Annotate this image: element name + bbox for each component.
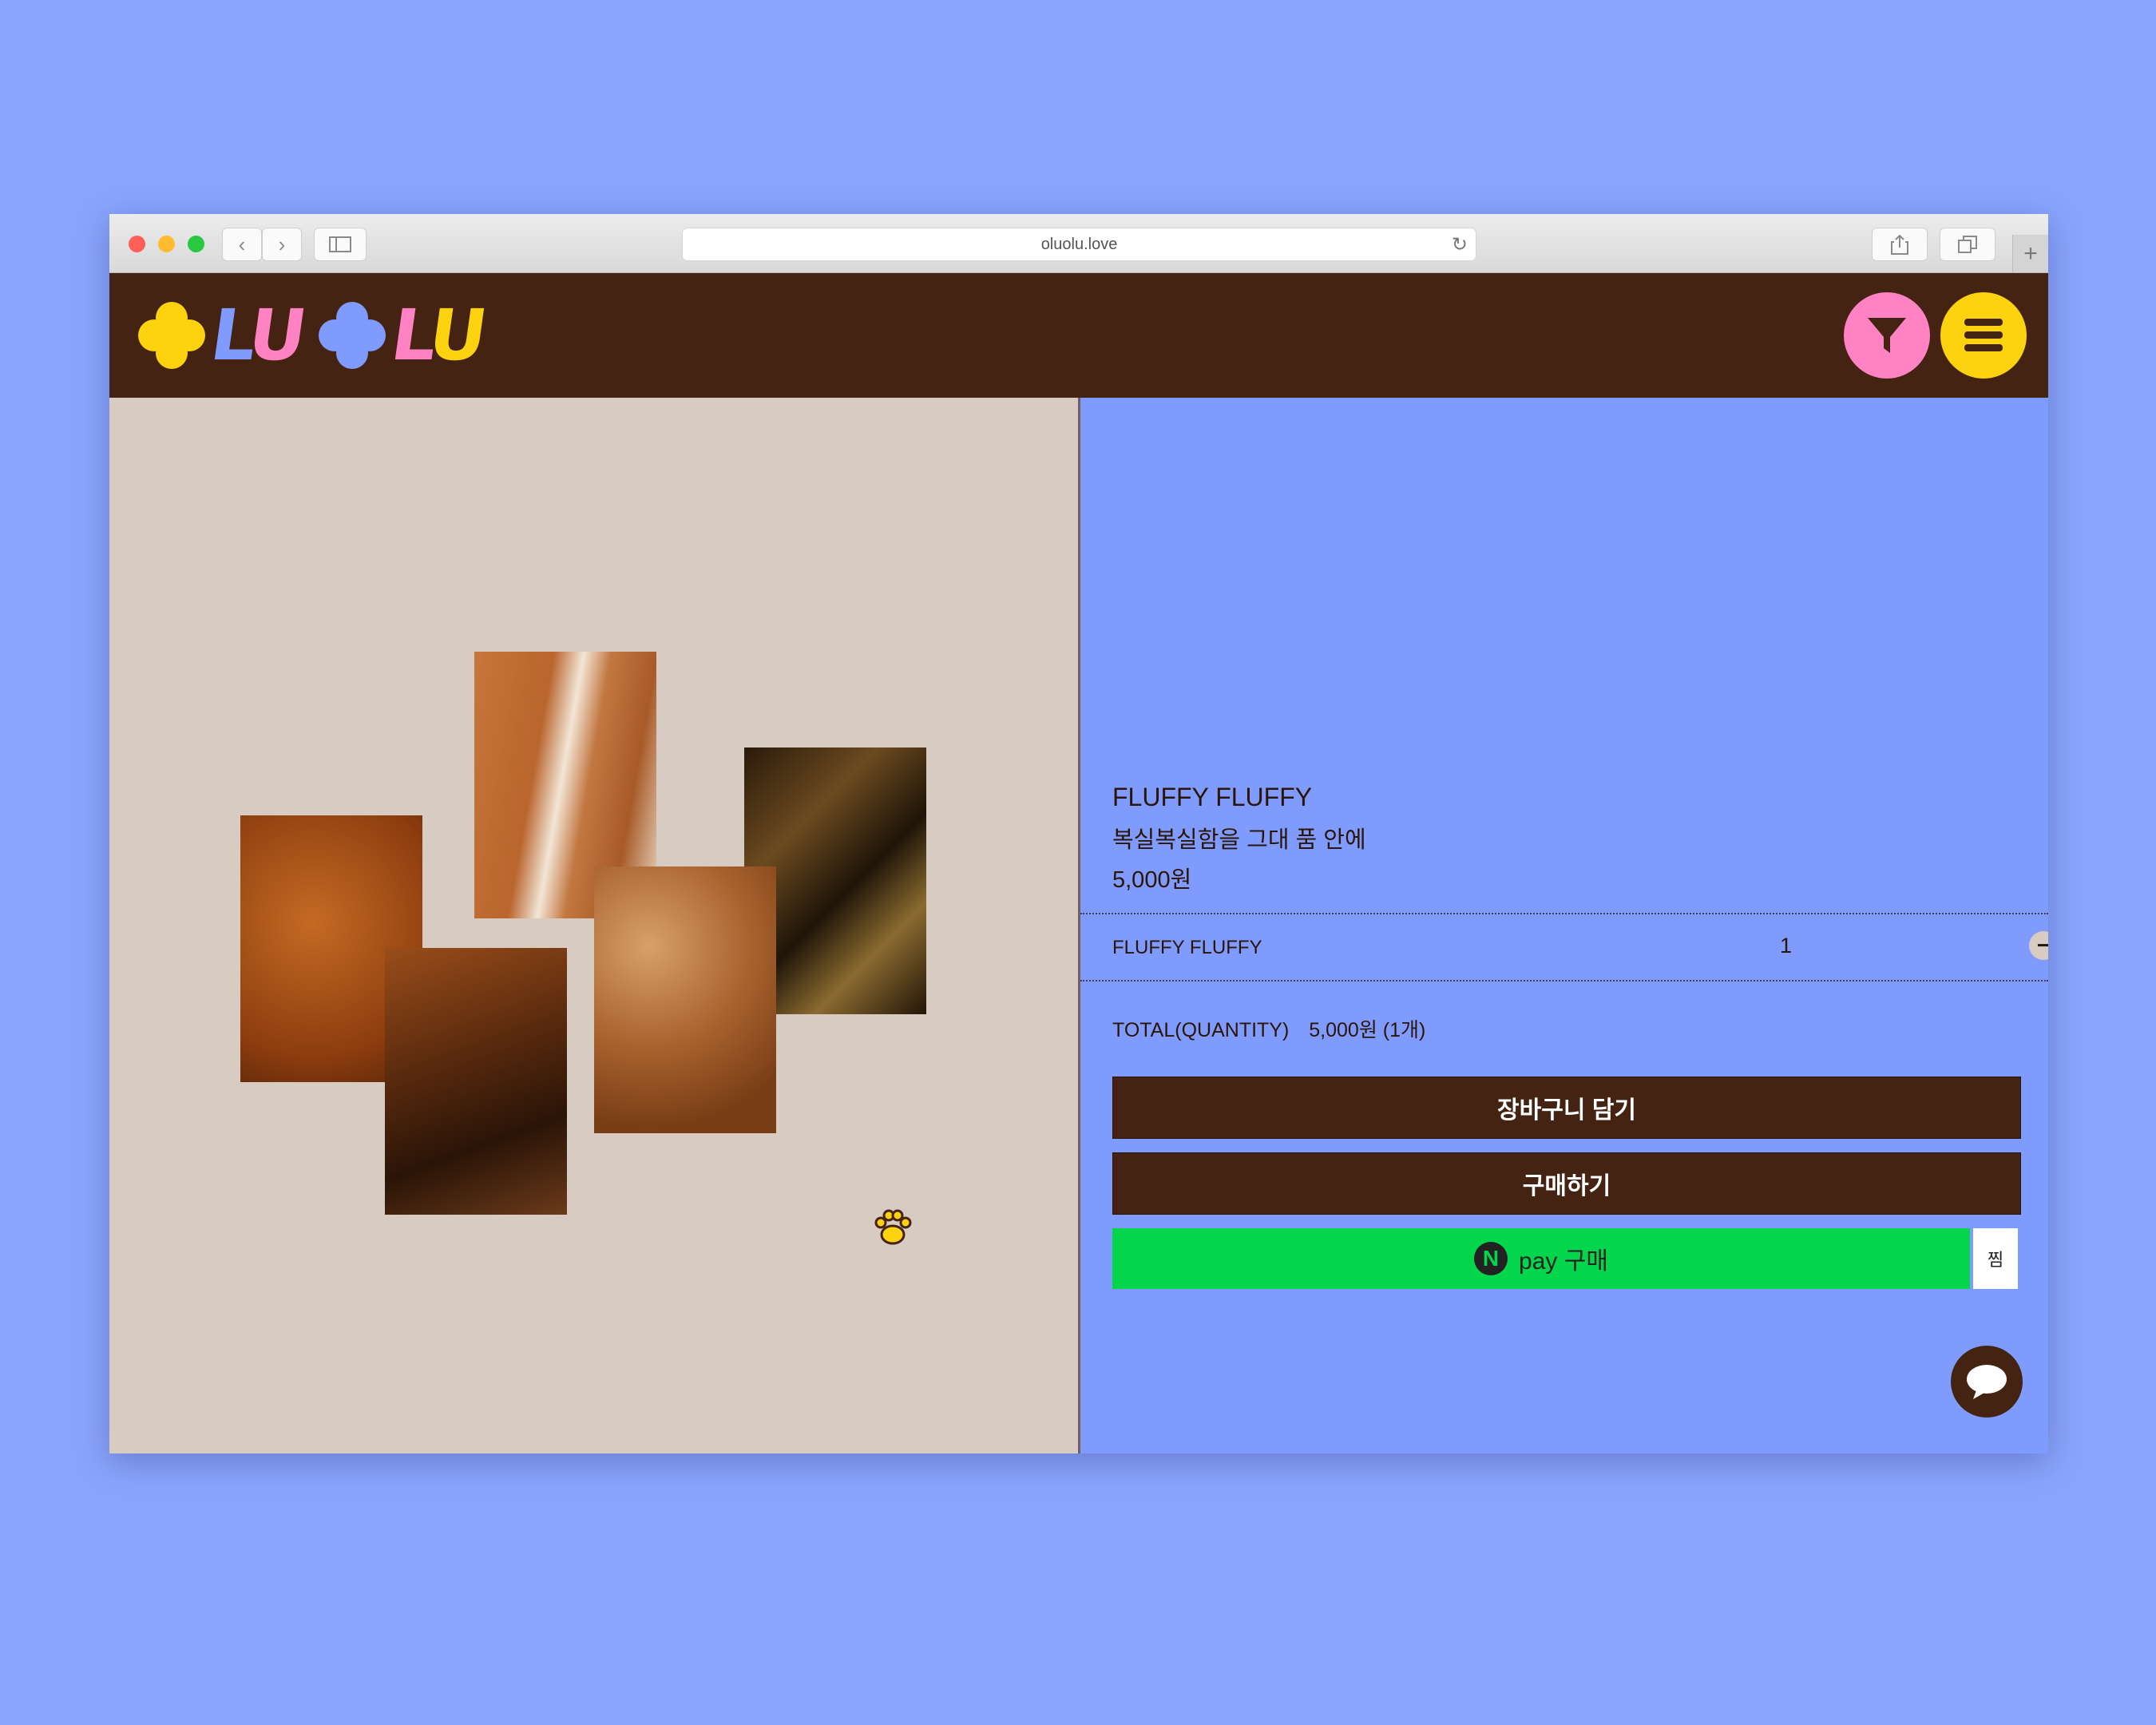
- total-summary: TOTAL(QUANTITY) 5,000원 (1개): [1112, 1014, 1440, 1043]
- add-to-cart-button[interactable]: 장바구니 담기: [1112, 1077, 2021, 1139]
- fur-tile-5[interactable]: [594, 866, 776, 1133]
- product-gallery: [109, 398, 1080, 1453]
- site-header: LU LU: [109, 273, 2048, 398]
- minimize-window-button[interactable]: [158, 236, 175, 252]
- wishlist-button[interactable]: 찜: [1973, 1228, 2018, 1289]
- decrease-quantity-button[interactable]: −: [2029, 931, 2048, 960]
- option-name: FLUFFY FLUFFY: [1112, 937, 1262, 958]
- product-info-panel: FLUFFY FLUFFY 복실복실함을 그대 품 안에 5,000원 FLUF…: [1080, 398, 2048, 1453]
- divider: [1080, 980, 2048, 981]
- naver-pay-label: pay 구매: [1519, 1248, 1608, 1275]
- url-text: oluolu.love: [1040, 235, 1118, 253]
- chat-icon: [1967, 1365, 2007, 1399]
- browser-window: ‹ › oluolu.love ↻ + LU LU FLUFFY FLUFFY …: [109, 214, 2048, 1453]
- tabs-overview-button[interactable]: [1940, 228, 1995, 261]
- yellow-flower-icon: [138, 302, 205, 369]
- naver-pay-logo: N: [1474, 1242, 1508, 1275]
- logo-letters-1: LU: [205, 294, 307, 376]
- sidebar-icon: [329, 236, 351, 252]
- fur-tile-3[interactable]: [385, 948, 567, 1215]
- chevron-left-icon: ‹: [238, 232, 246, 256]
- filter-button[interactable]: [1844, 292, 1930, 379]
- zoom-window-button[interactable]: [188, 236, 204, 252]
- forward-button[interactable]: ›: [262, 228, 302, 261]
- blue-flower-icon: [319, 302, 386, 369]
- plus-icon: +: [2023, 240, 2038, 267]
- close-window-button[interactable]: [129, 236, 145, 252]
- divider: [1080, 913, 2048, 914]
- menu-button[interactable]: [1940, 292, 2027, 379]
- oluolu-logo[interactable]: LU LU: [138, 294, 488, 377]
- browser-toolbar: ‹ › oluolu.love ↻ +: [109, 214, 2048, 273]
- back-button[interactable]: ‹: [222, 228, 262, 261]
- sidebar-toggle-button[interactable]: [314, 228, 367, 261]
- total-label: TOTAL(QUANTITY): [1112, 1019, 1290, 1041]
- reload-icon[interactable]: ↻: [1452, 233, 1468, 256]
- address-bar[interactable]: oluolu.love ↻: [682, 228, 1476, 261]
- total-value: 5,000원 (1개): [1309, 1019, 1426, 1041]
- quantity-value: 1: [1780, 934, 1793, 958]
- product-price: 5,000원: [1112, 867, 1192, 893]
- menu-icon: [1964, 319, 2003, 351]
- chevron-right-icon: ›: [278, 232, 286, 256]
- new-tab-button[interactable]: +: [2012, 235, 2048, 272]
- share-icon: [1891, 234, 1908, 255]
- product-subtitle: 복실복실함을 그대 품 안에: [1112, 827, 1366, 853]
- chat-button[interactable]: [1951, 1346, 2023, 1418]
- minus-icon: −: [2036, 933, 2048, 958]
- tabs-icon: [1958, 236, 1977, 253]
- filter-icon: [1868, 318, 1906, 353]
- product-title: FLUFFY FLUFFY: [1112, 783, 1313, 811]
- naver-pay-button[interactable]: N pay 구매: [1112, 1228, 1970, 1289]
- logo-letters-2: LU: [386, 294, 489, 376]
- share-button[interactable]: [1872, 228, 1928, 261]
- buy-now-button[interactable]: 구매하기: [1112, 1152, 2021, 1215]
- paw-icon: [874, 1209, 912, 1245]
